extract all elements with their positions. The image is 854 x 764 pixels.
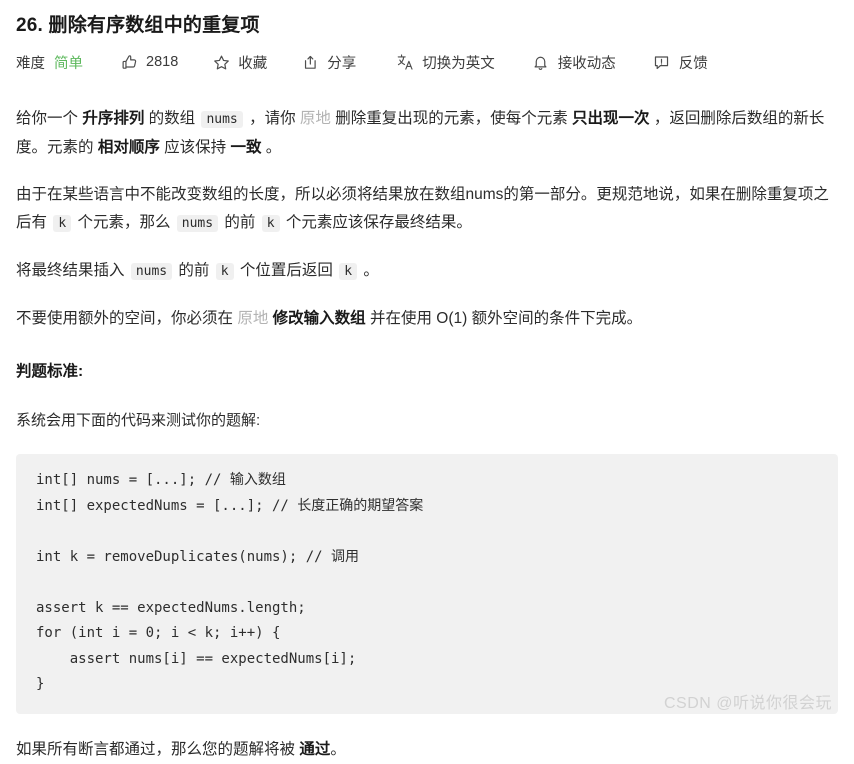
text-fragment: 不要使用额外的空间，你必须在 xyxy=(16,310,238,327)
emphasis-relative-order: 相对顺序 xyxy=(97,139,160,156)
share-button[interactable]: 分享 xyxy=(301,49,356,75)
description-paragraph-2: 由于在某些语言中不能改变数组的长度，所以必须将结果放在数组nums的第一部分。更… xyxy=(16,181,838,238)
judge-code-block: int[] nums = [...]; // 输入数组 int[] expect… xyxy=(16,454,838,714)
translate-icon xyxy=(396,53,414,71)
inline-code-k: k xyxy=(339,263,358,280)
share-icon xyxy=(301,53,319,71)
text-fragment: 删除重复出现的元素，使每个元素 xyxy=(330,110,573,127)
translate-button[interactable]: 切换为英文 xyxy=(396,49,495,75)
subscribe-button[interactable]: 接收动态 xyxy=(532,49,616,75)
csdn-watermark: CSDN @听说你很会玩 xyxy=(663,695,832,712)
text-fragment: ，请你 xyxy=(244,110,300,127)
emphasis-accepted: 通过 xyxy=(299,740,331,758)
bell-icon xyxy=(532,53,550,71)
text-fragment: 的前 xyxy=(174,262,214,279)
text-fragment: 将最终结果插入 xyxy=(16,262,129,279)
share-label: 分享 xyxy=(327,55,357,72)
difficulty-label: 难度 xyxy=(16,55,45,72)
judge-lead-text: 系统会用下面的代码来测试你的题解: xyxy=(16,412,261,429)
difficulty-indicator: 难度 简单 xyxy=(16,49,83,75)
text-fragment: 应该保持 xyxy=(159,139,231,156)
text-fragment: 。 xyxy=(359,262,379,279)
subscribe-label: 接收动态 xyxy=(557,55,616,72)
link-in-place[interactable]: 原地 xyxy=(237,310,268,327)
inline-code-k: k xyxy=(53,215,72,232)
text-fragment: 。 xyxy=(330,740,346,758)
feedback-icon xyxy=(653,53,671,71)
difficulty-value: 简单 xyxy=(54,55,83,72)
judge-outro: 如果所有断言都通过，那么您的题解将被 通过。 xyxy=(16,736,838,764)
like-count: 2818 xyxy=(146,54,179,70)
feedback-label: 反馈 xyxy=(678,55,708,72)
inline-code-nums: nums xyxy=(201,111,243,128)
inline-code-k: k xyxy=(261,215,280,232)
judge-code: int[] nums = [...]; // 输入数组 int[] expect… xyxy=(36,472,424,692)
emphasis-modify-array: 修改输入数组 xyxy=(272,310,366,327)
emphasis-once: 只出现一次 xyxy=(572,110,650,127)
thumbs-up-icon xyxy=(120,53,138,71)
problem-meta-toolbar: 难度 简单 2818 收藏 分享 切换为英文 接收动态 反馈 xyxy=(16,49,838,75)
star-icon xyxy=(212,53,230,71)
feedback-button[interactable]: 反馈 xyxy=(653,49,708,75)
link-in-place[interactable]: 原地 xyxy=(300,110,331,127)
text-fragment: 。 xyxy=(261,139,282,156)
text-fragment: 的前 xyxy=(220,214,260,231)
description-paragraph-3: 将最终结果插入 nums 的前 k 个位置后返回 k 。 xyxy=(16,257,838,286)
description-paragraph-1: 给你一个 升序排列 的数组 nums ，请你 原地 删除重复出现的元素，使每个元… xyxy=(16,105,838,162)
page-title: 26. 删除有序数组中的重复项 xyxy=(16,15,260,36)
description-paragraph-4: 不要使用额外的空间，你必须在 原地 修改输入数组 并在使用 O(1) 额外空间的… xyxy=(16,305,838,333)
inline-code-nums: nums xyxy=(130,263,173,280)
text-fragment: 的数组 xyxy=(144,110,200,127)
inline-code-k: k xyxy=(215,263,234,280)
text-fragment: 个元素，那么 xyxy=(73,214,175,231)
text-fragment: 个元素应该保存最终结果。 xyxy=(281,214,472,231)
text-fragment: 个位置后返回 xyxy=(235,262,338,279)
emphasis-ascending: 升序排列 xyxy=(82,110,145,127)
judge-section-title: 判题标准: xyxy=(16,363,84,380)
problem-page: 26. 删除有序数组中的重复项 难度 简单 2818 收藏 分享 切换为英文 接… xyxy=(0,0,854,764)
inline-code-nums: nums xyxy=(176,215,219,232)
text-fragment: 并在使用 O(1) 额外空间的条件下完成。 xyxy=(365,310,643,327)
translate-label: 切换为英文 xyxy=(422,55,495,72)
emphasis-consistent: 一致 xyxy=(230,139,262,156)
like-button[interactable]: 2818 xyxy=(120,49,178,75)
text-fragment: 如果所有断言都通过，那么您的题解将被 xyxy=(16,740,300,758)
favorite-button[interactable]: 收藏 xyxy=(212,49,267,75)
favorite-label: 收藏 xyxy=(238,55,268,72)
text-fragment: 给你一个 xyxy=(16,110,83,127)
